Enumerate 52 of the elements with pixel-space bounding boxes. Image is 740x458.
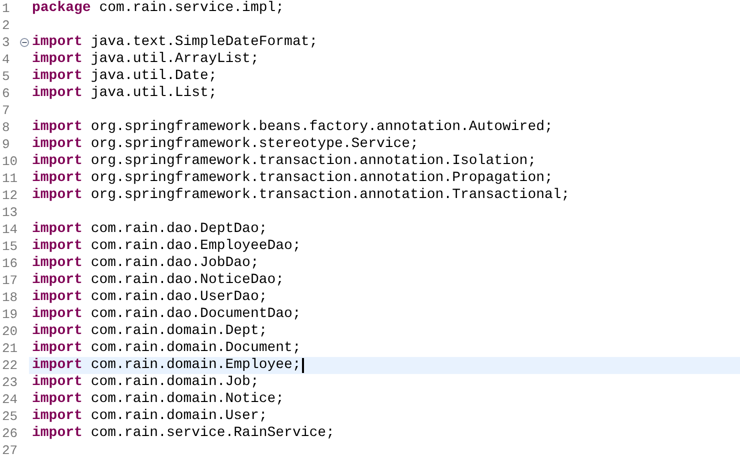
line-number: 15 xyxy=(1,238,18,255)
line-number: 22 xyxy=(1,357,18,374)
code-line: import com.rain.dao.UserDao; xyxy=(32,289,268,306)
code-line: import com.rain.domain.Document; xyxy=(32,340,301,357)
code-line: import java.util.ArrayList; xyxy=(32,51,259,68)
line-number: 3 xyxy=(1,34,10,51)
text-cursor xyxy=(302,358,304,373)
line-number: 9 xyxy=(1,136,10,153)
code-line: import com.rain.dao.DeptDao; xyxy=(32,221,268,238)
line-number: 5 xyxy=(1,68,10,85)
collapse-icon[interactable] xyxy=(20,38,29,47)
code-line: import com.rain.dao.NoticeDao; xyxy=(32,272,284,289)
code-line: import java.util.Date; xyxy=(32,68,217,85)
code-line: import com.rain.dao.DocumentDao; xyxy=(32,306,301,323)
line-number: 23 xyxy=(1,374,18,391)
line-number: 7 xyxy=(1,102,10,119)
code-line: import com.rain.domain.Job; xyxy=(32,374,259,391)
line-number: 21 xyxy=(1,340,18,357)
line-number: 20 xyxy=(1,323,18,340)
code-line: import org.springframework.transaction.annotation.Isolation; xyxy=(32,153,536,170)
line-number: 6 xyxy=(1,85,10,102)
code-line: import com.rain.domain.User; xyxy=(32,408,268,425)
line-number: 4 xyxy=(1,51,10,68)
line-number: 26 xyxy=(1,425,18,442)
code-line: import com.rain.domain.Dept; xyxy=(32,323,268,340)
line-number: 25 xyxy=(1,408,18,425)
code-line: import com.rain.dao.EmployeeDao; xyxy=(32,238,301,255)
code-line: import com.rain.domain.Employee; xyxy=(32,357,301,374)
code-line: import org.springframework.stereotype.Service; xyxy=(32,136,418,153)
line-number: 1 xyxy=(1,0,10,17)
line-number: 10 xyxy=(1,153,18,170)
code-line: import org.springframework.transaction.annotation.Transactional; xyxy=(32,187,570,204)
line-number: 24 xyxy=(1,391,18,408)
code-line: package com.rain.service.impl; xyxy=(32,0,284,17)
line-number: 8 xyxy=(1,119,10,136)
line-number: 17 xyxy=(1,272,18,289)
line-number: 13 xyxy=(1,204,18,221)
line-number: 19 xyxy=(1,306,18,323)
code-line: import com.rain.domain.Notice; xyxy=(32,391,284,408)
line-number: 18 xyxy=(1,289,18,306)
code-line: import java.util.List; xyxy=(32,85,217,102)
line-number: 12 xyxy=(1,187,18,204)
code-line: import java.text.SimpleDateFormat; xyxy=(32,34,318,51)
line-number: 11 xyxy=(1,170,18,187)
code-line: import org.springframework.beans.factory.annotation.Autowired; xyxy=(32,119,553,136)
code-line: import com.rain.dao.JobDao; xyxy=(32,255,259,272)
line-number: 16 xyxy=(1,255,18,272)
line-number: 2 xyxy=(1,17,10,34)
line-number: 14 xyxy=(1,221,18,238)
line-number: 27 xyxy=(1,442,18,458)
code-line: import com.rain.service.RainService; xyxy=(32,425,334,442)
code-line: import org.springframework.transaction.annotation.Propagation; xyxy=(32,170,553,187)
